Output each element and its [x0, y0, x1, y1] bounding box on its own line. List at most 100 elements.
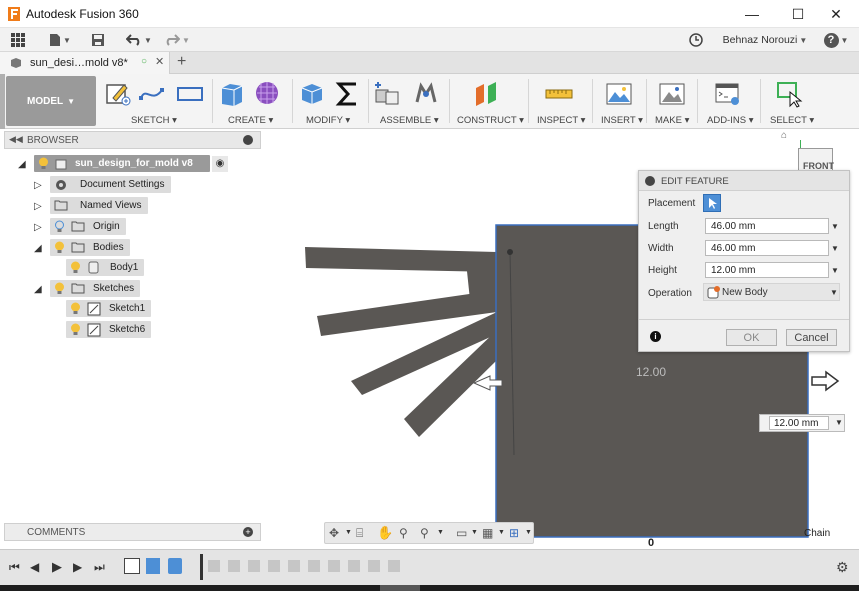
tree-item-sketches[interactable]: Sketches [50, 280, 141, 297]
go-to-end-icon[interactable]: ⏭ [94, 560, 105, 575]
viewports-icon[interactable]: ⊞ [509, 526, 519, 540]
look-at-icon[interactable]: ⌸ [356, 526, 363, 541]
step-back-icon[interactable]: ◀ [30, 560, 39, 574]
collapse-toggle[interactable]: ◢ [34, 284, 44, 295]
dialog-header[interactable]: EDIT FEATURE [639, 171, 849, 191]
visibility-bulb-icon[interactable] [70, 323, 81, 336]
add-ins-menu[interactable]: ADD-INS ▾ [707, 115, 753, 126]
collapse-dialog-icon[interactable] [645, 176, 655, 186]
form-icon[interactable] [254, 80, 282, 108]
pan-icon[interactable]: ✋ [377, 525, 393, 541]
dimension-input-box[interactable]: 12.00 mm ▼ [759, 414, 845, 432]
data-panel-button[interactable] [8, 30, 28, 50]
timeline-extrude-feature[interactable] [146, 558, 160, 574]
right-manipulator-arrow[interactable] [811, 370, 840, 392]
modify-menu[interactable]: MODIFY ▾ [306, 115, 350, 126]
height-input[interactable]: 12.00 mm [705, 262, 829, 278]
fit-icon[interactable]: ⚲ [420, 526, 429, 540]
offset-plane-icon[interactable] [472, 80, 500, 108]
expand-toggle[interactable]: ▷ [34, 201, 44, 212]
display-settings-icon[interactable]: ▭ [456, 526, 467, 540]
insert-menu[interactable]: INSERT ▾ [601, 115, 643, 126]
orbit-icon[interactable]: ✥ [329, 526, 339, 540]
tree-item-bodies[interactable]: Bodies [50, 239, 130, 256]
select-menu[interactable]: SELECT ▾ [770, 115, 814, 126]
expand-toggle[interactable]: ▷ [34, 222, 44, 233]
chevron-down-icon[interactable]: ▼ [835, 418, 843, 427]
visibility-bulb-icon[interactable] [54, 241, 65, 254]
rectangle-icon[interactable] [176, 80, 204, 108]
select-icon[interactable] [776, 80, 804, 108]
operation-select[interactable]: New Body ▼ [703, 283, 840, 301]
tree-item-document-settings[interactable]: Document Settings [50, 176, 171, 193]
timeline-body-feature[interactable] [168, 558, 182, 574]
collapse-panel-icon[interactable]: ◀◀ [9, 134, 23, 145]
user-account-menu[interactable]: Behnaz Norouzi ▼ [722, 30, 808, 50]
joint-icon[interactable] [412, 80, 440, 108]
visibility-bulb-icon[interactable] [38, 157, 49, 170]
close-tab-button[interactable]: ✕ [155, 55, 164, 68]
scripts-icon[interactable] [714, 80, 742, 108]
line-icon[interactable] [138, 80, 166, 108]
job-status-button[interactable] [686, 30, 706, 50]
timeline-track[interactable] [124, 554, 414, 580]
collapse-toggle[interactable]: ◢ [34, 243, 44, 254]
collapse-toggle[interactable]: ◢ [18, 159, 28, 170]
step-forward-icon[interactable]: ▶ [73, 560, 82, 574]
new-tab-button[interactable]: + [177, 53, 186, 71]
create-menu[interactable]: CREATE ▾ [228, 115, 273, 126]
cancel-button[interactable]: Cancel [786, 329, 837, 346]
info-icon[interactable]: i [650, 331, 661, 342]
visibility-bulb-icon[interactable] [70, 302, 81, 315]
minimize-panel-button[interactable] [243, 135, 253, 145]
chevron-down-icon[interactable]: ▼ [345, 529, 352, 536]
press-pull-icon[interactable] [298, 80, 326, 108]
tree-item-body1[interactable]: Body1 [66, 259, 145, 276]
measure-icon[interactable] [545, 80, 573, 108]
insert-image-icon[interactable] [605, 80, 633, 108]
activate-radio[interactable]: ◉ [212, 155, 228, 172]
length-input[interactable]: 46.00 mm [705, 218, 829, 234]
tree-item-named-views[interactable]: Named Views [50, 197, 148, 214]
browser-root[interactable]: sun_design_for_mold v8 ◉ [34, 155, 228, 172]
timeline-marker[interactable] [200, 554, 203, 580]
sigma-icon[interactable] [334, 80, 362, 108]
workspace-switcher[interactable]: MODEL ▼ [6, 76, 96, 126]
tree-item-origin[interactable]: Origin [50, 218, 126, 235]
add-comment-button[interactable]: + [243, 527, 253, 537]
chevron-down-icon[interactable]: ▼ [437, 529, 444, 536]
grid-settings-icon[interactable]: ▦ [482, 526, 493, 540]
make-menu[interactable]: MAKE ▾ [655, 115, 689, 126]
chevron-down-icon[interactable]: ▼ [831, 222, 839, 231]
visibility-bulb-icon[interactable] [70, 261, 81, 274]
extrude-icon[interactable] [218, 80, 246, 108]
zoom-icon[interactable]: ⚲ [399, 526, 408, 540]
inspect-menu[interactable]: INSPECT ▾ [537, 115, 585, 126]
minimize-button[interactable]: — [729, 0, 775, 28]
placement-select-button[interactable] [703, 194, 721, 212]
chevron-down-icon[interactable]: ▼ [831, 266, 839, 275]
ok-button[interactable]: OK [726, 329, 777, 346]
document-tab[interactable]: sun_desi…mold v8* ○ ✕ [0, 52, 170, 74]
assemble-menu[interactable]: ASSEMBLE ▾ [380, 115, 439, 126]
home-view-icon[interactable]: ⌂ [781, 130, 787, 141]
timeline-settings-icon[interactable]: ⚙ [836, 559, 849, 576]
new-component-icon[interactable] [374, 80, 402, 108]
dimension-input[interactable]: 12.00 mm [769, 416, 829, 430]
sketch-menu[interactable]: SKETCH ▾ [131, 115, 177, 126]
chevron-down-icon[interactable]: ▼ [471, 529, 478, 536]
timeline-sketch-feature[interactable] [124, 558, 140, 574]
close-button[interactable]: ✕ [813, 0, 859, 28]
chevron-down-icon[interactable]: ▼ [831, 244, 839, 253]
undo-button[interactable]: ▼ [124, 30, 154, 50]
width-input[interactable]: 46.00 mm [705, 240, 829, 256]
construct-menu[interactable]: CONSTRUCT ▾ [457, 115, 524, 126]
visibility-bulb-off-icon[interactable] [54, 220, 65, 233]
expand-toggle[interactable]: ▷ [34, 180, 44, 191]
play-icon[interactable]: ▶ [52, 559, 62, 575]
chevron-down-icon[interactable]: ▼ [525, 529, 532, 536]
chevron-down-icon[interactable]: ▼ [498, 529, 505, 536]
help-button[interactable]: ? ▼ [820, 30, 852, 50]
3d-print-icon[interactable] [658, 80, 686, 108]
redo-button[interactable]: ▼ [162, 30, 192, 50]
